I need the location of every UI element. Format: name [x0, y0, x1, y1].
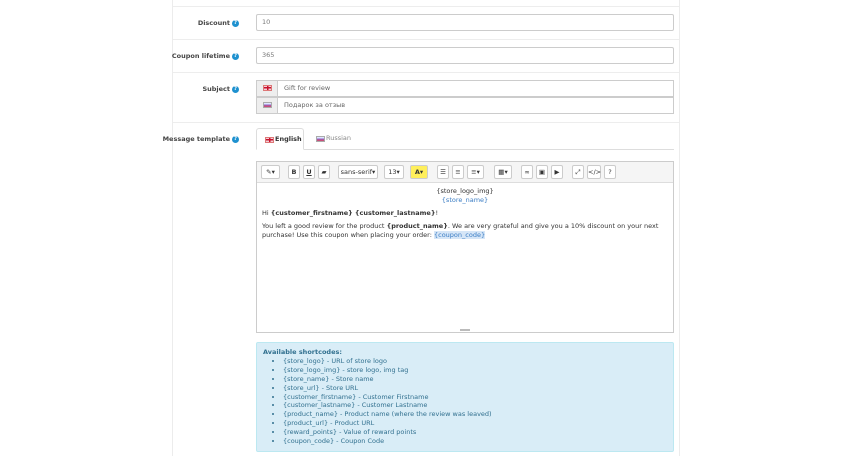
magic-style-icon[interactable]: ✎▾: [261, 165, 280, 179]
video-icon[interactable]: ▶: [551, 165, 563, 179]
list-item: {product_url} - Product URL: [283, 419, 667, 428]
editor-toolbar: ✎▾ B U ▰ sans-serif▾ 13▾ A▾ ☰ ≡ ≡▾ ▦▾ ∞ …: [257, 162, 673, 183]
tab-russian[interactable]: Russian: [308, 128, 358, 150]
discount-input[interactable]: 10: [256, 14, 674, 31]
list-item: {coupon_code} - Coupon Code: [283, 437, 667, 446]
table-icon[interactable]: ▦▾: [494, 165, 512, 179]
tab-english[interactable]: English: [256, 128, 304, 150]
russia-flag-icon: [263, 102, 272, 108]
language-addon: [257, 98, 278, 113]
bold-button[interactable]: B: [288, 165, 300, 179]
list-item: {product_name} - Product name (where the…: [283, 410, 667, 419]
help-icon[interactable]: ?: [232, 19, 239, 27]
message-body: You left a good review for the product {…: [262, 222, 659, 239]
message-editor: ✎▾ B U ▰ sans-serif▾ 13▾ A▾ ☰ ≡ ≡▾ ▦▾ ∞ …: [256, 161, 674, 333]
code-view-icon[interactable]: </>: [587, 165, 601, 179]
coupon-code-placeholder: {coupon_code}: [434, 231, 486, 239]
subject-label: Subject?: [202, 85, 239, 93]
fullscreen-icon[interactable]: ⤢: [572, 165, 584, 179]
numbered-list-icon[interactable]: ≡: [452, 165, 464, 179]
logo-placeholder: {store_logo_img}: [436, 187, 494, 195]
message-template-label: Message template?: [162, 135, 239, 143]
subject-russian-input[interactable]: Подарок за отзыв: [256, 97, 674, 114]
greeting-line: Hi {customer_firstname} {customer_lastna…: [262, 209, 439, 217]
list-item: {customer_lastname} - Customer Lastname: [283, 401, 667, 410]
list-item: {store_name} - Store name: [283, 375, 667, 384]
russia-flag-icon: [316, 136, 325, 142]
font-family-dropdown[interactable]: sans-serif▾: [338, 165, 378, 179]
uk-flag-icon: [265, 137, 274, 143]
coupon-lifetime-input[interactable]: 365: [256, 47, 674, 64]
resize-handle[interactable]: [460, 329, 470, 331]
align-icon[interactable]: ≡▾: [467, 165, 484, 179]
help-icon[interactable]: ?: [232, 135, 239, 143]
link-icon[interactable]: ∞: [521, 165, 533, 179]
coupon-lifetime-label: Coupon lifetime?: [171, 52, 239, 60]
shortcodes-list: {store_logo} - URL of store logo {store_…: [263, 357, 667, 446]
editor-content[interactable]: {store_logo_img} {store_name} Hi {custom…: [262, 187, 668, 240]
uk-flag-icon: [263, 85, 272, 91]
underline-button[interactable]: U: [303, 165, 315, 179]
language-tabs: English Russian: [256, 128, 674, 150]
subject-english-input[interactable]: Gift for review: [256, 80, 674, 97]
shortcodes-title: Available shortcodes:: [263, 348, 342, 356]
help-icon[interactable]: ?: [232, 85, 239, 93]
list-item: {store_logo} - URL of store logo: [283, 357, 667, 366]
list-item: {customer_firstname} - Customer Firstnam…: [283, 393, 667, 402]
bullet-list-icon[interactable]: ☰: [437, 165, 449, 179]
discount-label: Discount?: [197, 19, 239, 27]
language-addon: [257, 81, 278, 96]
help-button[interactable]: ?: [604, 165, 616, 179]
eraser-icon[interactable]: ▰: [318, 165, 330, 179]
coupon-lifetime-row: Coupon lifetime? 365: [171, 39, 679, 72]
subject-row: Subject? Gift for review Подарок за отзы…: [173, 72, 679, 122]
shortcodes-info: Available shortcodes: {store_logo} - URL…: [256, 342, 674, 452]
list-item: {reward_points} - Value of reward points: [283, 428, 667, 437]
font-size-dropdown[interactable]: 13▾: [384, 165, 404, 179]
help-icon[interactable]: ?: [232, 52, 239, 60]
image-icon[interactable]: ▣: [536, 165, 548, 179]
text-color-icon[interactable]: A▾: [410, 165, 428, 179]
list-item: {store_url} - Store URL: [283, 384, 667, 393]
store-name-link[interactable]: {store_name}: [262, 196, 668, 205]
coupon-settings-panel: Discount? 10 Coupon lifetime? 365 Subjec…: [163, 0, 680, 456]
discount-row: Discount? 10: [173, 6, 679, 39]
list-item: {store_logo_img} - store logo, img tag: [283, 366, 667, 375]
